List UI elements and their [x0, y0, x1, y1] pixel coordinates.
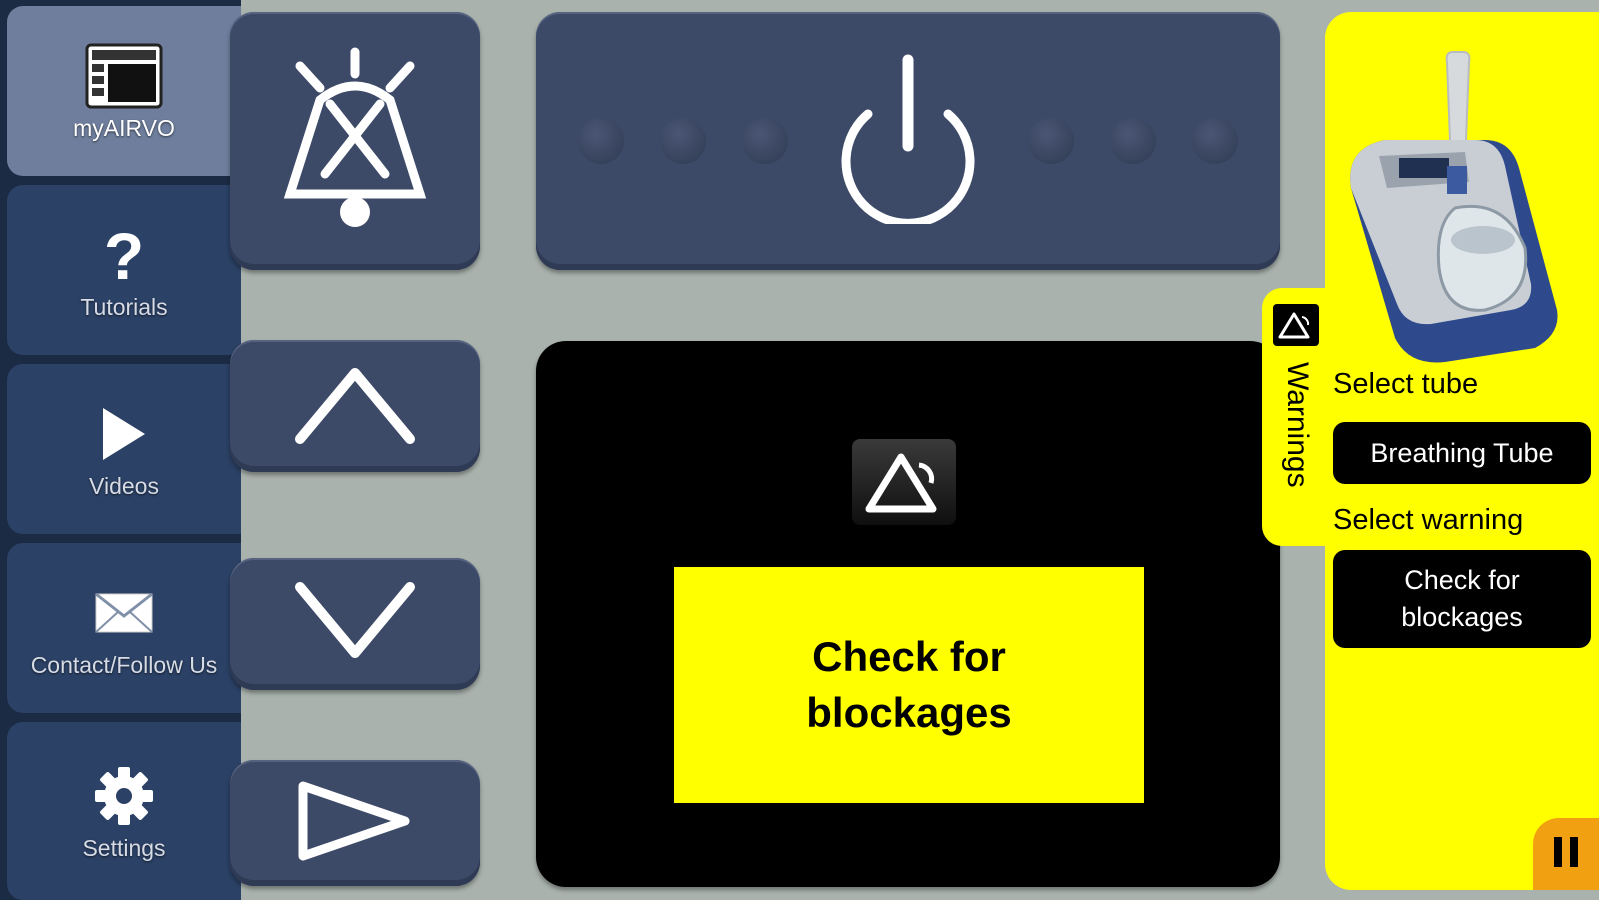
power-button[interactable]: [536, 12, 1280, 270]
alarm-mute-icon: [270, 44, 440, 239]
down-button[interactable]: [230, 558, 480, 690]
chevron-down-icon: [290, 577, 420, 672]
envelope-icon: [94, 578, 154, 648]
tube-select-button[interactable]: Breathing Tube: [1333, 422, 1591, 484]
screen-message: Check for blockages: [674, 567, 1144, 803]
select-tube-label: Select tube: [1333, 368, 1479, 400]
pause-icon: [1552, 835, 1580, 874]
select-warning-label: Select warning: [1333, 504, 1524, 536]
pause-button[interactable]: [1533, 818, 1599, 890]
power-icon: [828, 54, 988, 229]
sidebar: myAIRVO ? Tutorials Videos Contact/Follo…: [0, 0, 241, 900]
nav-item-settings[interactable]: Settings: [7, 722, 241, 900]
airvo-device-image: [1335, 48, 1571, 377]
warnings-tab[interactable]: Warnings: [1262, 288, 1332, 546]
nav-item-myairvo[interactable]: myAIRVO: [7, 6, 241, 176]
indicator-led: [742, 118, 788, 164]
gear-icon: [94, 761, 154, 831]
device-screen: Check for blockages: [536, 341, 1280, 887]
chevron-up-icon: [290, 359, 420, 454]
up-button[interactable]: [230, 340, 480, 472]
play-triangle-icon: [295, 778, 415, 869]
play-icon: [99, 399, 149, 469]
nav-label: Settings: [82, 834, 166, 861]
warning-triangle-icon: [852, 439, 956, 525]
warning-triangle-icon: [1273, 304, 1319, 346]
nav-item-tutorials[interactable]: ? Tutorials: [7, 185, 241, 355]
nav-label: Tutorials: [80, 293, 168, 320]
nav-label: myAIRVO: [73, 114, 175, 141]
indicator-led: [1110, 118, 1156, 164]
indicator-led: [660, 118, 706, 164]
alarm-mute-button[interactable]: [230, 12, 480, 270]
dashboard-icon: [85, 41, 163, 111]
warning-select-button[interactable]: Check for blockages: [1333, 550, 1591, 648]
nav-label: Videos: [89, 472, 159, 499]
nav-label: Contact/Follow Us: [30, 651, 218, 678]
mode-button[interactable]: [230, 760, 480, 886]
nav-item-contact[interactable]: Contact/Follow Us: [7, 543, 241, 713]
indicator-led: [1028, 118, 1074, 164]
indicator-led: [578, 118, 624, 164]
svg-text:?: ?: [104, 223, 144, 287]
indicator-led: [1192, 118, 1238, 164]
question-icon: ?: [99, 220, 149, 290]
warnings-tab-label: Warnings: [1281, 362, 1314, 488]
nav-item-videos[interactable]: Videos: [7, 364, 241, 534]
